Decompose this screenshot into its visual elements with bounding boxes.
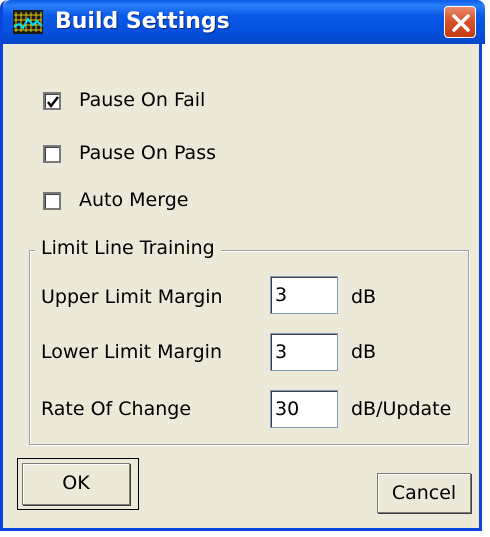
rate-of-change-input[interactable] bbox=[270, 390, 338, 428]
ok-button[interactable]: OK bbox=[17, 458, 139, 510]
pause-on-pass-label[interactable]: Pause On Pass bbox=[79, 142, 216, 164]
auto-merge-label[interactable]: Auto Merge bbox=[79, 189, 188, 211]
upper-limit-margin-label: Upper Limit Margin bbox=[41, 286, 223, 308]
lower-limit-margin-label: Lower Limit Margin bbox=[41, 341, 222, 363]
auto-merge-checkbox[interactable] bbox=[43, 192, 61, 210]
lower-limit-margin-unit: dB bbox=[351, 341, 377, 363]
cancel-button[interactable]: Cancel bbox=[377, 473, 471, 513]
pause-on-pass-checkbox[interactable] bbox=[43, 145, 61, 163]
upper-limit-margin-unit: dB bbox=[351, 286, 377, 308]
rate-of-change-unit: dB/Update bbox=[351, 398, 452, 420]
upper-limit-margin-input[interactable] bbox=[270, 276, 338, 314]
rate-of-change-label: Rate Of Change bbox=[41, 398, 192, 420]
ok-button-label[interactable]: OK bbox=[22, 463, 130, 505]
pause-on-fail-checkbox[interactable] bbox=[43, 92, 61, 110]
chart-grid-icon bbox=[13, 10, 43, 34]
pause-on-fail-label[interactable]: Pause On Fail bbox=[79, 89, 205, 111]
checkmark-icon bbox=[47, 96, 59, 109]
close-icon bbox=[452, 14, 470, 32]
build-settings-dialog: Build Settings Pause On Fail Pause On Pa… bbox=[0, 0, 485, 531]
group-title: Limit Line Training bbox=[35, 237, 221, 259]
title-bar[interactable]: Build Settings bbox=[3, 0, 485, 44]
window-title: Build Settings bbox=[55, 9, 230, 34]
close-button[interactable] bbox=[444, 6, 476, 38]
lower-limit-margin-input[interactable] bbox=[270, 333, 338, 371]
